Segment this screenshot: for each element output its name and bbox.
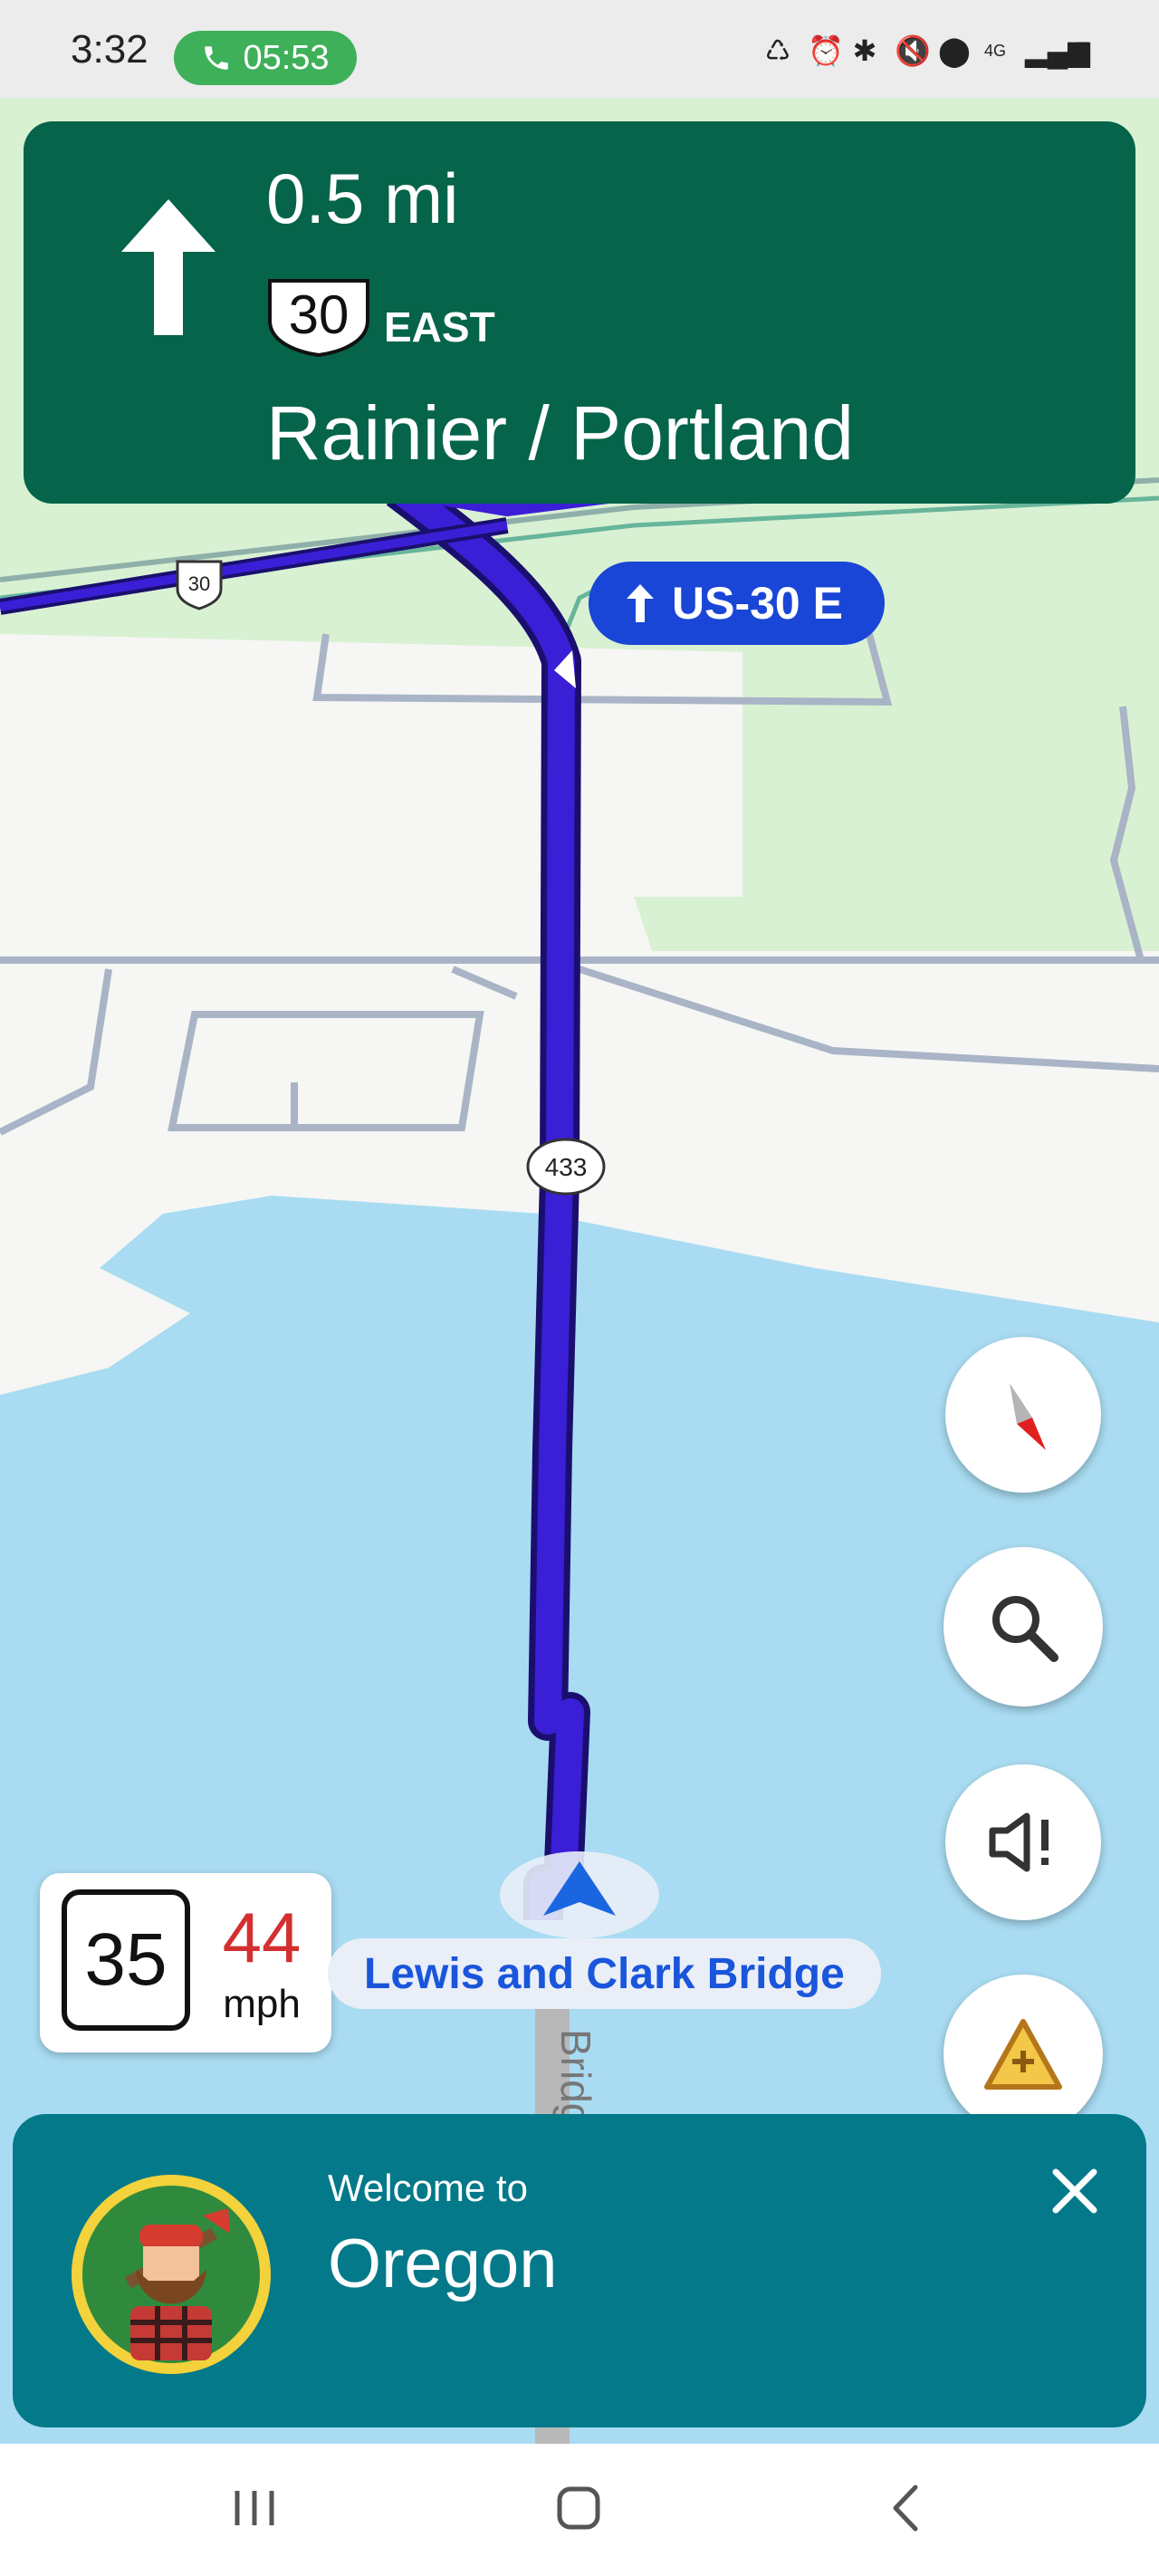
bluetooth-icon: ✱ xyxy=(852,34,877,67)
welcome-pretext: Welcome to xyxy=(328,2167,528,2209)
welcome-card[interactable]: Welcome to Oregon xyxy=(13,2114,1146,2427)
route-direction: EAST xyxy=(384,303,495,351)
back-button[interactable] xyxy=(864,2476,945,2540)
mute-icon: 🔇 xyxy=(895,34,931,67)
compass-button[interactable] xyxy=(945,1337,1101,1493)
current-street-label: Lewis and Clark Bridge xyxy=(328,1938,881,2009)
us-route-shield-icon: 30 xyxy=(268,279,369,357)
home-icon xyxy=(557,2486,600,2530)
search-button[interactable] xyxy=(943,1547,1103,1706)
speed-limit-sign: 35 xyxy=(62,1889,190,2031)
4g-icon: 4G xyxy=(983,42,1006,60)
us30-map-shield: 30 xyxy=(176,560,223,610)
route-label-text: US-30 E xyxy=(672,578,843,629)
report-incident-icon xyxy=(984,2019,1062,2090)
welcome-state-name: Oregon xyxy=(328,2225,558,2302)
svg-text:30: 30 xyxy=(289,284,350,345)
route-label: US-30 E xyxy=(589,562,885,645)
search-icon xyxy=(992,1596,1058,1662)
alarm-icon: ⏰ xyxy=(808,34,844,67)
lumberjack-badge-icon xyxy=(72,2175,271,2374)
recents-icon xyxy=(235,2491,274,2525)
svg-text:433: 433 xyxy=(545,1153,588,1181)
phone-icon xyxy=(205,46,229,70)
straight-arrow-icon xyxy=(627,584,654,622)
direction-card[interactable]: 0.5 mi 30 EAST Rainier / Portland xyxy=(24,121,1135,504)
sound-alert-icon xyxy=(989,1812,1049,1872)
report-incident-button[interactable] xyxy=(943,1975,1103,2134)
sound-alert-button[interactable] xyxy=(945,1764,1101,1920)
status-icons: ♺ ⏰ ✱ 🔇 ⬤ 4G ▂▄▆ ▮ xyxy=(764,34,1096,67)
bridge-road-text: Bridg xyxy=(552,2029,599,2126)
current-speed: 44 xyxy=(222,1898,302,1977)
compass-icon xyxy=(1010,1383,1046,1450)
status-time: 3:32 xyxy=(71,27,148,72)
straight-arrow-icon xyxy=(121,199,216,335)
recycle-icon: ♺ xyxy=(764,34,791,67)
close-icon[interactable] xyxy=(1043,2159,1106,2223)
back-icon xyxy=(893,2485,918,2532)
recents-button[interactable] xyxy=(214,2476,295,2540)
home-button[interactable] xyxy=(538,2476,619,2540)
direction-destination: Rainier / Portland xyxy=(266,390,854,476)
speed-indicator: 35 44 mph xyxy=(40,1873,331,2052)
system-navigation-bar xyxy=(0,2444,1159,2576)
location-icon: ⬤ xyxy=(938,34,971,67)
direction-distance: 0.5 mi xyxy=(266,159,459,238)
call-timer: 05:53 xyxy=(243,38,330,77)
ongoing-call-chip[interactable]: 05:53 xyxy=(174,31,357,85)
status-bar: 3:32 05:53 ♺ ⏰ ✱ 🔇 ⬤ 4G ▂▄▆ ▮ xyxy=(0,0,1159,98)
signal-icon: ▂▄▆ xyxy=(1025,34,1090,67)
speed-unit: mph xyxy=(223,1982,301,2026)
svg-text:30: 30 xyxy=(188,572,210,595)
battery-icon: ▮ xyxy=(1074,34,1090,67)
route-433-map-shield: 433 xyxy=(526,1138,606,1196)
